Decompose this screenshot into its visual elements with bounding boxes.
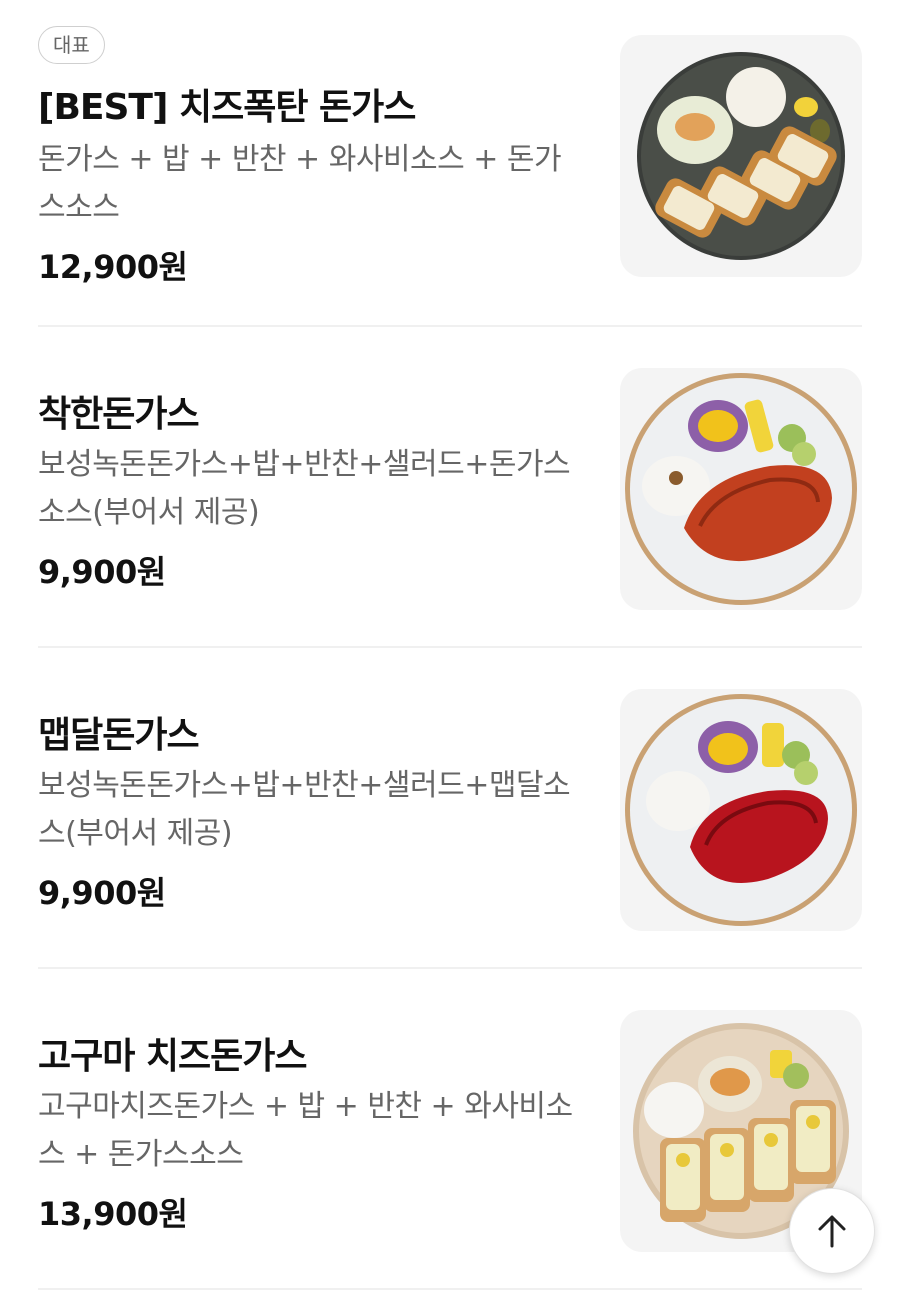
scroll-to-top-button[interactable] — [789, 1188, 875, 1274]
menu-item-name: 맵달돈가스 — [38, 715, 200, 756]
menu-item-name: [BEST] 치즈폭탄 돈가스 — [38, 87, 416, 128]
menu-item-sweet-spicy-donkatsu[interactable]: 맵달돈가스 보성녹돈돈가스+밥+반찬+샐러드+맵달소스(부어서 제공) 9,90… — [38, 686, 862, 931]
menu-item-description: 고구마치즈돈가스 + 밥 + 반찬 + 와사비소스 + 돈가스소스 — [38, 1089, 573, 1172]
menu-item-cheese-bomb-donkatsu[interactable]: 대표 [BEST] 치즈폭탄 돈가스 돈가스 + 밥 + 반찬 + 와사비소스 … — [38, 26, 862, 286]
menu-item-price: 13,900원 — [38, 1195, 188, 1233]
menu-item-photo[interactable] — [620, 368, 862, 610]
menu-item-good-donkatsu[interactable]: 착한돈가스 보성녹돈돈가스+밥+반찬+샐러드+돈가스소스(부어서 제공) 9,9… — [38, 365, 862, 610]
menu-list: 대표 [BEST] 치즈폭탄 돈가스 돈가스 + 밥 + 반찬 + 와사비소스 … — [0, 0, 900, 1296]
divider — [38, 646, 862, 648]
divider — [38, 967, 862, 969]
menu-item-description: 보성녹돈돈가스+밥+반찬+샐러드+맵달소스(부어서 제공) — [38, 768, 571, 851]
menu-item-photo[interactable] — [620, 35, 862, 277]
menu-item-sweet-potato-cheese-donkatsu[interactable]: 고구마 치즈돈가스 고구마치즈돈가스 + 밥 + 반찬 + 와사비소스 + 돈가… — [38, 1007, 862, 1252]
arrow-up-icon — [818, 1215, 846, 1248]
menu-item-photo[interactable] — [620, 689, 862, 931]
menu-item-name: 착한돈가스 — [38, 394, 200, 435]
divider — [38, 1288, 862, 1290]
menu-item-description: 보성녹돈돈가스+밥+반찬+샐러드+돈가스소스(부어서 제공) — [38, 447, 571, 530]
donkatsu-plate-image — [625, 373, 857, 605]
representative-badge: 대표 — [38, 26, 105, 64]
menu-item-price: 9,900원 — [38, 553, 166, 591]
menu-item-price: 12,900원 — [38, 248, 188, 286]
menu-item-description: 돈가스 + 밥 + 반찬 + 와사비소스 + 돈가스소스 — [38, 142, 562, 225]
menu-item-price: 9,900원 — [38, 874, 166, 912]
divider — [38, 325, 862, 327]
donkatsu-plate-image — [625, 694, 857, 926]
menu-item-name: 고구마 치즈돈가스 — [38, 1036, 307, 1077]
donkatsu-plate-image — [637, 52, 845, 260]
